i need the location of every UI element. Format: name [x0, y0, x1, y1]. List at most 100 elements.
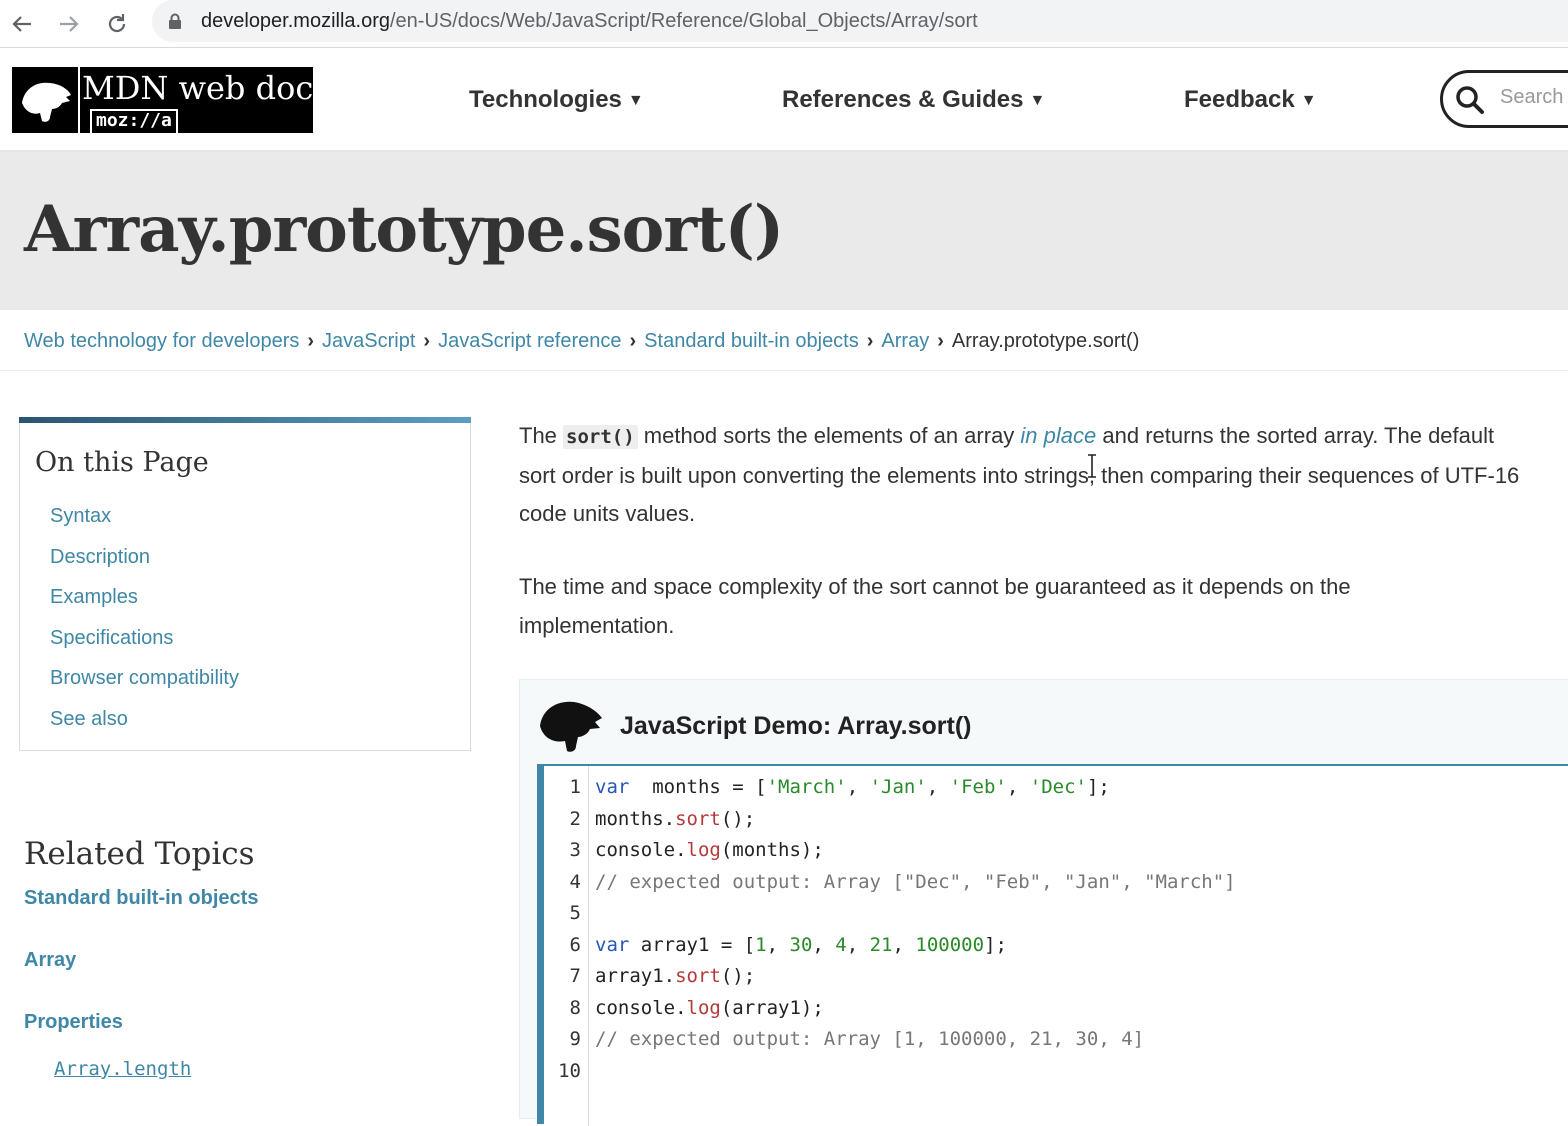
toc-accent-bar: [19, 417, 471, 423]
breadcrumb-javascript-reference[interactable]: JavaScript reference: [438, 330, 621, 352]
site-header: MDN web docs moz://a Technologies ▼ Refer…: [0, 48, 1568, 152]
line-number: 5: [569, 902, 581, 924]
code-token: months.: [595, 807, 676, 830]
related-standard-objects-link[interactable]: Standard built-in objects: [24, 887, 258, 910]
breadcrumb-current: Array.prototype.sort(): [951, 330, 1140, 352]
code-token: console.: [595, 996, 687, 1019]
code-token: array1 = [: [629, 933, 756, 956]
code-token: 30: [789, 933, 813, 956]
url-text: developer.mozilla.org/en-US/docs/Web/Jav…: [201, 10, 978, 33]
code-token: (months);: [720, 839, 824, 861]
nav-feedback[interactable]: Feedback ▼: [1184, 86, 1317, 114]
code-token: // expected output: Array [1, 100000, 21…: [595, 1028, 1145, 1050]
toc-item: Specifications: [50, 627, 239, 668]
breadcrumb-separator: ›: [937, 330, 944, 352]
forward-button[interactable]: [49, 4, 89, 44]
nav-label: References & Guides: [782, 86, 1024, 113]
text-cursor-icon: [1088, 454, 1096, 478]
code-text: array1.sort();: [595, 961, 755, 993]
breadcrumb-separator: ›: [629, 330, 637, 352]
code-token: 4: [835, 933, 847, 956]
code-token: 1: [755, 933, 767, 956]
toc-item: Examples: [50, 586, 239, 627]
search-icon: [1456, 86, 1484, 114]
arrow-left-icon: [12, 16, 31, 32]
related-properties-link[interactable]: Properties: [24, 1011, 123, 1034]
breadcrumb-standard-objects[interactable]: Standard built-in objects: [644, 330, 859, 352]
toc-link-description[interactable]: Description: [50, 546, 150, 568]
url-host: developer.mozilla.org: [201, 10, 390, 32]
complexity-paragraph: The time and space complexity of the sor…: [519, 574, 1351, 638]
on-this-page-box: On this Page Syntax Description Examples…: [19, 417, 471, 751]
code-text: var months = ['March', 'Jan', 'Feb', 'De…: [595, 772, 1110, 804]
toc-link-examples[interactable]: Examples: [50, 586, 138, 608]
code-token: ,: [926, 776, 950, 798]
code-token: ();: [720, 965, 756, 987]
code-text: months.sort();: [595, 804, 755, 836]
code-token: log: [686, 839, 721, 861]
line-number: 2: [569, 807, 581, 830]
caret-down-icon: ▼: [1300, 92, 1317, 109]
code-text: console.log(months);: [595, 835, 824, 867]
code-token: ];: [1086, 776, 1110, 798]
nav-technologies[interactable]: Technologies ▼: [469, 86, 644, 114]
logo-divider: [78, 67, 80, 133]
toc-link-specifications[interactable]: Specifications: [50, 627, 173, 649]
dinosaur-icon: [540, 701, 602, 752]
toc-link-browser-compat[interactable]: Browser compatibility: [50, 667, 239, 689]
code-token: 'Jan': [869, 776, 927, 798]
breadcrumb-web-technology[interactable]: Web technology for developers: [24, 330, 299, 352]
code-text: var array1 = [1, 30, 4, 21, 100000];: [595, 930, 1007, 962]
code-token: console.: [595, 839, 687, 861]
line-number: 4: [569, 870, 581, 893]
sort-code: sort(): [563, 425, 638, 449]
interactive-demo: JavaScript Demo: Array.sort() 1 var month…: [519, 679, 1568, 1126]
title-band: Array.prototype.sort(): [0, 152, 1568, 310]
nav-label: Feedback: [1184, 86, 1295, 113]
search-input[interactable]: [1498, 85, 1568, 110]
code-editor[interactable]: 1 var months = ['March', 'Jan', 'Feb', 'D…: [537, 764, 1568, 1126]
code-token: (array1);: [720, 996, 824, 1019]
intro-paragraph: The sort() method sorts the elements of …: [519, 417, 1529, 534]
related-array-link[interactable]: Array: [24, 949, 76, 972]
search-box[interactable]: [1440, 70, 1568, 128]
code-token: ,: [846, 933, 870, 956]
toc-link-see-also[interactable]: See also: [50, 708, 128, 730]
breadcrumb-array[interactable]: Array: [881, 330, 929, 352]
toc-list: Syntax Description Examples Specificatio…: [50, 505, 239, 748]
related-topics-heading: Related Topics: [24, 836, 255, 872]
line-number: 7: [569, 965, 581, 987]
lock-icon: [169, 13, 181, 29]
code-token: ,: [766, 933, 790, 956]
code-token: 'March': [766, 776, 847, 798]
breadcrumb-separator: ›: [307, 330, 315, 352]
related-array-length-link[interactable]: Array.length: [54, 1058, 191, 1080]
line-number: 8: [569, 996, 581, 1019]
toc-item: Browser compatibility: [50, 667, 239, 708]
nav-references-guides[interactable]: References & Guides ▼: [782, 86, 1045, 114]
breadcrumb-separator: ›: [423, 330, 431, 352]
in-place-link[interactable]: in place: [1020, 423, 1096, 448]
line-number: 1: [569, 776, 581, 798]
line-number: 3: [569, 839, 581, 861]
intro-text: method sorts the elements of an array: [637, 423, 1021, 448]
code-token: 'Feb': [949, 776, 1007, 798]
mdn-logo[interactable]: MDN web docs moz://a: [12, 67, 330, 133]
toc-link-syntax[interactable]: Syntax: [50, 505, 111, 527]
address-bar[interactable]: developer.mozilla.org/en-US/docs/Web/Jav…: [152, 0, 1568, 42]
code-token: 100000: [915, 933, 985, 956]
back-button[interactable]: [2, 4, 42, 44]
caret-down-icon: ▼: [1029, 92, 1046, 109]
breadcrumb: Web technology for developers › JavaScript…: [24, 330, 1139, 353]
breadcrumb-divider: [0, 370, 1568, 371]
code-token: ,: [846, 776, 870, 798]
line-number: 10: [558, 1059, 581, 1082]
code-token: 'Dec': [1029, 776, 1087, 798]
url-path: /en-US/docs/Web/JavaScript/Reference/Glo…: [390, 10, 978, 32]
dinosaur-logo-icon: [22, 82, 71, 122]
code-text: console.log(array1);: [595, 993, 824, 1025]
breadcrumb-javascript[interactable]: JavaScript: [322, 330, 415, 352]
intro-text: The: [519, 423, 564, 448]
toc-item: See also: [50, 708, 239, 749]
reload-button[interactable]: [97, 4, 137, 44]
